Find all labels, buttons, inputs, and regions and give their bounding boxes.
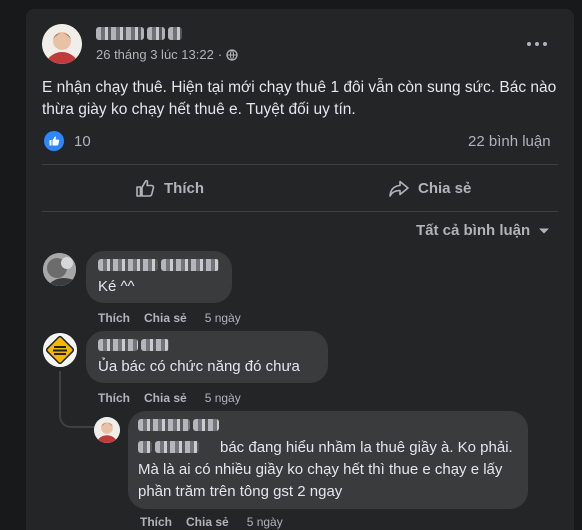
comment-like-button[interactable]: Thích: [98, 391, 130, 405]
comment-actions: Thích Chia sẻ 5 ngày: [98, 391, 241, 405]
reaction-count: 10: [74, 132, 91, 150]
commenter-name[interactable]: [138, 419, 219, 431]
author-name[interactable]: [96, 27, 182, 40]
reply-actions: Thích Chia sẻ 5 ngày: [140, 515, 283, 529]
divider: [42, 211, 558, 212]
comment-filter-label: Tất cả bình luận: [416, 222, 531, 239]
comment-time[interactable]: 5 ngày: [205, 391, 241, 405]
reaction-summary[interactable]: 10: [44, 131, 91, 151]
comment-time[interactable]: 5 ngày: [205, 311, 241, 325]
comment-text: Ké ^^: [98, 278, 135, 295]
comment-bubble: Ké ^^: [86, 251, 232, 303]
caret-down-icon: [538, 227, 550, 235]
meta-separator: ·: [217, 47, 223, 62]
thumbs-up-icon: [134, 177, 156, 199]
share-icon: [388, 177, 410, 199]
like-label: Thích: [164, 179, 204, 197]
author-avatar[interactable]: [94, 417, 120, 443]
thread-connector: [59, 371, 95, 428]
commenter-name[interactable]: [98, 339, 169, 351]
ellipsis-icon[interactable]: [526, 34, 548, 52]
comment-like-button[interactable]: Thích: [98, 311, 130, 325]
comment-bubble: Ủa bác có chức năng đó chưa: [86, 331, 328, 383]
comment-filter[interactable]: Tất cả bình luận: [416, 222, 550, 239]
divider: [42, 164, 558, 165]
share-label: Chia sẻ: [418, 179, 472, 197]
commenter-avatar[interactable]: [43, 333, 77, 367]
comment-text: Ủa bác có chức năng đó chưa: [98, 358, 300, 375]
comment-actions: Thích Chia sẻ 5 ngày: [98, 311, 241, 325]
post-meta: 26 tháng 3 lúc 13:22 ·: [96, 47, 238, 62]
reply-bubble: bác đang hiểu nhầm la thuê giầy à. Ko ph…: [128, 411, 528, 509]
comment-share-button[interactable]: Chia sẻ: [144, 391, 187, 405]
comment-like-button[interactable]: Thích: [140, 515, 172, 529]
commenter-name[interactable]: [98, 259, 219, 271]
comment-share-button[interactable]: Chia sẻ: [186, 515, 229, 529]
comment-count[interactable]: 22 bình luận: [468, 133, 551, 150]
author-avatar[interactable]: [42, 24, 82, 64]
reply-text: bác đang hiểu nhầm la thuê giầy à. Ko ph…: [138, 439, 513, 500]
share-button[interactable]: Chia sẻ: [388, 177, 471, 199]
post-date[interactable]: 26 tháng 3 lúc 13:22: [96, 47, 214, 62]
post-body: E nhận chạy thuê. Hiện tại mới chạy thuê…: [42, 79, 557, 118]
commenter-avatar[interactable]: [43, 253, 76, 286]
like-reaction-icon: [44, 131, 64, 151]
globe-icon: [226, 48, 238, 61]
comment-share-button[interactable]: Chia sẻ: [144, 311, 187, 325]
like-button[interactable]: Thích: [134, 177, 204, 199]
comment-time[interactable]: 5 ngày: [247, 515, 283, 529]
post-card: 26 tháng 3 lúc 13:22 · E nhận chạy thuê.…: [26, 9, 574, 530]
